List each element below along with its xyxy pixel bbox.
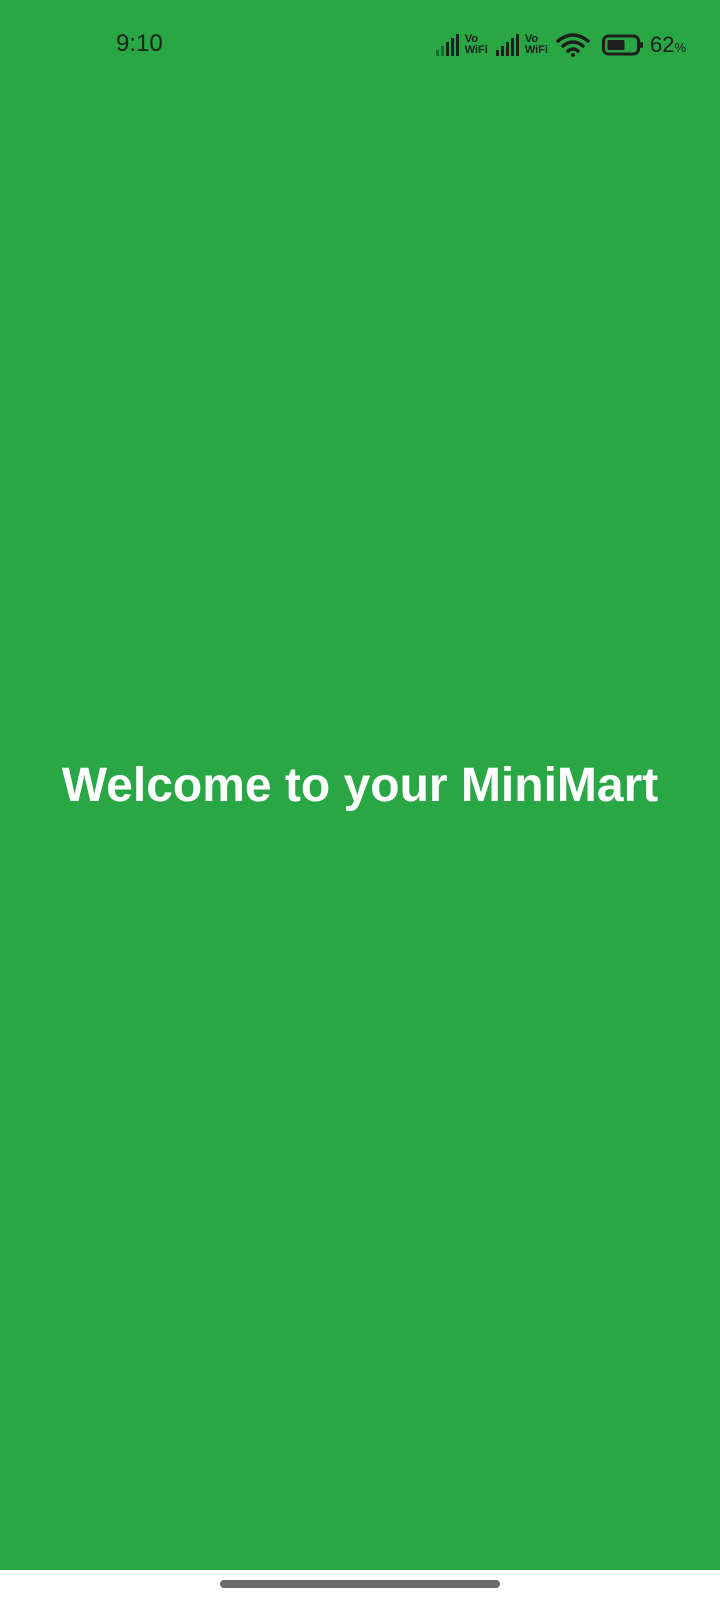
battery-value: 62: [649, 32, 675, 57]
vowifi-bottom-text: WiFi: [524, 44, 548, 56]
battery-percentage: 62%: [650, 32, 686, 58]
battery-unit: %: [674, 40, 686, 55]
home-indicator[interactable]: [220, 1580, 500, 1588]
vowifi-bottom-text: WiFi: [464, 44, 488, 56]
signal-icon: [435, 34, 461, 56]
status-bar: 9:10 Vo WiFi Vo WiFi 62%: [0, 0, 720, 90]
vowifi-label: Vo WiFi: [465, 34, 488, 56]
welcome-title: Welcome to your MiniMart: [61, 759, 659, 812]
status-icons: Vo WiFi Vo WiFi 62%: [435, 30, 686, 60]
signal-icon: [495, 34, 521, 56]
battery-icon: [601, 34, 644, 56]
status-time: 9:10: [116, 30, 163, 57]
splash-screen: 9:10 Vo WiFi Vo WiFi 62% Welcome to your…: [0, 0, 720, 1570]
wifi-icon: [556, 32, 590, 58]
vowifi-label: Vo WiFi: [525, 34, 548, 56]
